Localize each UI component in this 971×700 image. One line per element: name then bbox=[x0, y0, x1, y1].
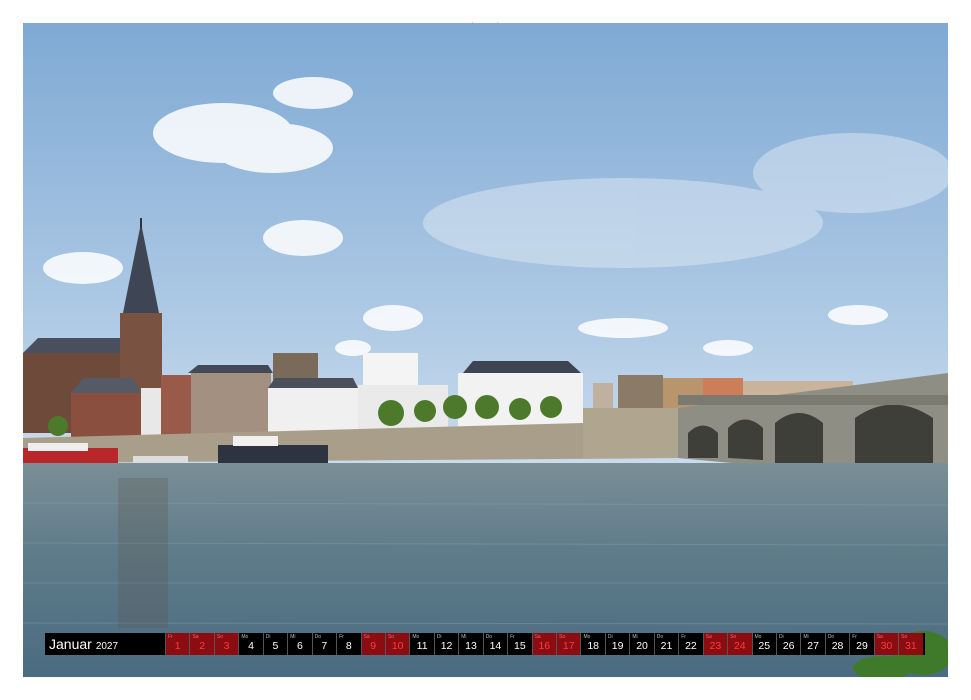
day-cell: Fr 22 bbox=[678, 633, 702, 655]
day-number: 30 bbox=[880, 640, 893, 652]
day-number: 4 bbox=[248, 640, 254, 652]
day-cell: Do 21 bbox=[653, 633, 678, 655]
month-name: Januar bbox=[49, 636, 92, 652]
day-number: 25 bbox=[758, 640, 771, 652]
day-number: 14 bbox=[489, 640, 502, 652]
day-cell: Sa 30 bbox=[873, 633, 899, 655]
day-number: 8 bbox=[345, 640, 352, 652]
day-number: 29 bbox=[856, 640, 868, 652]
day-number: 31 bbox=[905, 640, 917, 652]
day-number: 20 bbox=[636, 640, 648, 652]
day-number: 21 bbox=[660, 640, 673, 652]
day-cell: So 3 bbox=[213, 633, 239, 655]
day-number: 16 bbox=[538, 640, 551, 652]
day-cell: So 10 bbox=[384, 633, 410, 655]
day-cell: Di 26 bbox=[775, 633, 800, 655]
calendar-strip: Januar 2027 Fr 1 Sa 2 So 3 Mo 4 Di 5 Mi 6 Do 7 Fr 8 Sa 9 S… bbox=[45, 633, 925, 655]
day-cell: Di 12 bbox=[433, 633, 458, 655]
day-number: 10 bbox=[391, 640, 404, 652]
calendar-photo bbox=[23, 23, 948, 677]
day-cells: Fr 1 Sa 2 So 3 Mo 4 Di 5 Mi 6 Do 7 Fr 8 Sa 9 So 10 Mo 11 Di 12 M… bbox=[165, 633, 925, 655]
day-number: 11 bbox=[416, 640, 428, 652]
day-cell: So 17 bbox=[556, 633, 581, 655]
day-number: 18 bbox=[587, 640, 599, 652]
maastricht-riverside-image bbox=[23, 23, 948, 677]
day-cell: Sa 16 bbox=[531, 633, 556, 655]
day-number: 24 bbox=[733, 640, 746, 652]
day-number: 26 bbox=[782, 640, 795, 652]
day-cell: Mi 27 bbox=[800, 633, 824, 655]
day-number: 22 bbox=[685, 640, 697, 652]
day-cell: So 31 bbox=[898, 633, 923, 655]
day-cell: Fr 29 bbox=[849, 633, 873, 655]
day-number: 28 bbox=[831, 640, 844, 652]
day-number: 1 bbox=[174, 640, 181, 652]
day-cell: Mo 4 bbox=[238, 633, 262, 655]
day-cell: Mo 18 bbox=[580, 633, 604, 655]
day-cell: Mo 25 bbox=[751, 633, 776, 655]
day-number: 3 bbox=[223, 640, 230, 652]
day-cell: Di 19 bbox=[604, 633, 629, 655]
day-number: 9 bbox=[370, 640, 377, 652]
day-cell: Sa 9 bbox=[360, 633, 385, 655]
day-cell: So 24 bbox=[727, 633, 752, 655]
day-cell: Do 14 bbox=[482, 633, 507, 655]
day-number: 15 bbox=[514, 640, 526, 652]
day-number: 23 bbox=[709, 640, 722, 652]
day-cell: Sa 2 bbox=[189, 633, 214, 655]
day-cell: Do 7 bbox=[311, 633, 336, 655]
month-label: Januar 2027 bbox=[45, 636, 165, 652]
day-cell: Fr 1 bbox=[165, 633, 190, 655]
day-number: 6 bbox=[296, 640, 303, 652]
day-cell: Do 28 bbox=[824, 633, 849, 655]
month-year: 2027 bbox=[95, 641, 119, 652]
day-cell: Sa 23 bbox=[702, 633, 728, 655]
day-number: 17 bbox=[562, 640, 575, 652]
day-number: 27 bbox=[807, 640, 819, 652]
day-cell: Mo 11 bbox=[409, 633, 433, 655]
day-number: 2 bbox=[199, 640, 206, 652]
day-number: 12 bbox=[440, 640, 453, 652]
day-cell: Mi 13 bbox=[458, 633, 482, 655]
day-cell: Fr 8 bbox=[336, 633, 360, 655]
day-number: 5 bbox=[272, 640, 279, 652]
day-number: 7 bbox=[321, 640, 328, 652]
day-cell: Fr 15 bbox=[507, 633, 531, 655]
day-number: 13 bbox=[465, 640, 477, 652]
day-cell: Di 5 bbox=[262, 633, 287, 655]
day-cell: Mi 20 bbox=[629, 633, 653, 655]
day-number: 19 bbox=[611, 640, 624, 652]
day-cell: Mi 6 bbox=[287, 633, 311, 655]
